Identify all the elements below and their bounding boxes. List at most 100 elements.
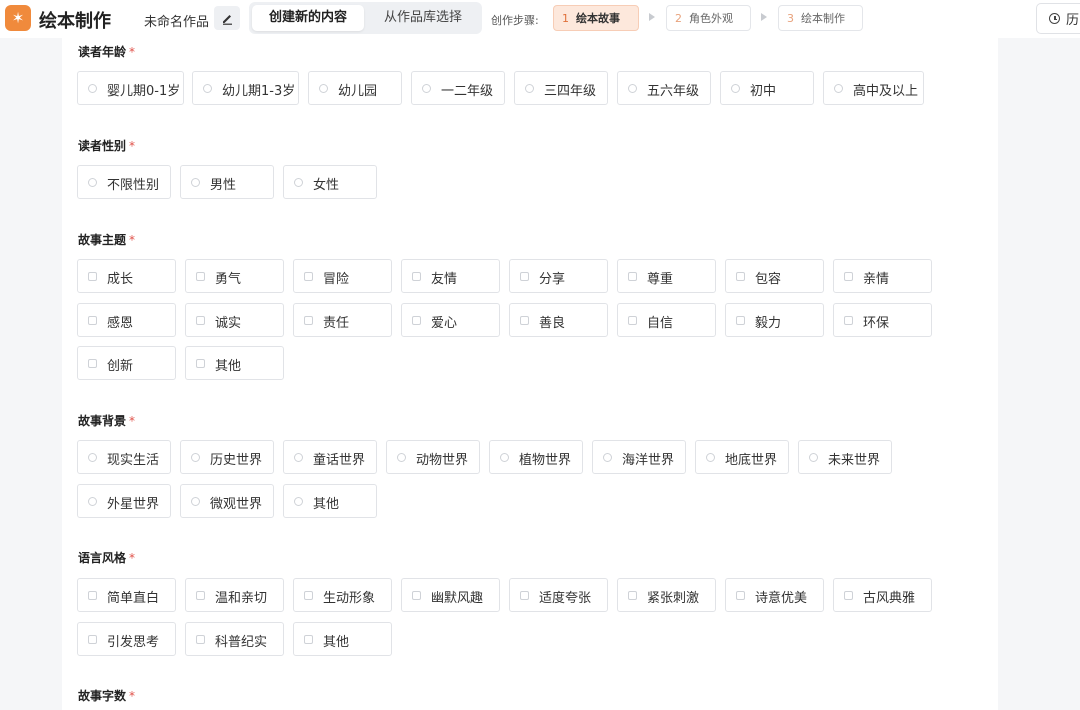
- step-label: 绘本故事: [576, 12, 620, 25]
- checkbox-option[interactable]: 生动形象: [293, 578, 392, 612]
- history-button[interactable]: 历: [1036, 3, 1080, 34]
- radio-option[interactable]: 三四年级: [514, 71, 608, 105]
- checkbox-option[interactable]: 勇气: [185, 259, 284, 293]
- radio-option[interactable]: 外星世界: [77, 484, 171, 518]
- checkbox-option[interactable]: 包容: [725, 259, 824, 293]
- checkbox-icon: [628, 316, 637, 325]
- app-title: 绘本制作: [39, 11, 111, 32]
- radio-option[interactable]: 不限性别: [77, 165, 171, 199]
- step-making[interactable]: 3 绘本制作: [778, 5, 863, 31]
- radio-option[interactable]: 婴儿期0-1岁: [77, 71, 184, 105]
- section-label-story-background: 故事背景 *: [78, 414, 136, 428]
- rename-button[interactable]: [214, 6, 240, 30]
- checkbox-icon: [844, 272, 853, 281]
- radio-icon: [294, 178, 303, 187]
- radio-icon: [834, 84, 843, 93]
- checkbox-icon: [304, 635, 313, 644]
- checkbox-option[interactable]: 自信: [617, 303, 716, 337]
- history-label: 历: [1066, 13, 1080, 28]
- checkbox-icon: [628, 272, 637, 281]
- radio-icon: [809, 453, 818, 462]
- radio-option[interactable]: 其他: [283, 484, 377, 518]
- checkbox-option[interactable]: 创新: [77, 346, 176, 380]
- checkbox-option[interactable]: 成长: [77, 259, 176, 293]
- checkbox-icon: [88, 272, 97, 281]
- checkbox-icon: [520, 591, 529, 600]
- radio-option[interactable]: 植物世界: [489, 440, 583, 474]
- radio-option[interactable]: 女性: [283, 165, 377, 199]
- checkbox-option[interactable]: 友情: [401, 259, 500, 293]
- step-number: 2: [675, 11, 682, 25]
- radio-option[interactable]: 海洋世界: [592, 440, 686, 474]
- radio-option[interactable]: 一二年级: [411, 71, 505, 105]
- checkbox-icon: [88, 635, 97, 644]
- checkbox-icon: [304, 272, 313, 281]
- checkbox-icon: [520, 272, 529, 281]
- checkbox-option[interactable]: 环保: [833, 303, 932, 337]
- checkbox-icon: [844, 316, 853, 325]
- radio-icon: [88, 84, 97, 93]
- checkbox-option[interactable]: 冒险: [293, 259, 392, 293]
- radio-icon: [88, 497, 97, 506]
- section-label-reader-age: 读者年龄 *: [78, 45, 136, 59]
- radio-icon: [603, 453, 612, 462]
- checkbox-icon: [412, 316, 421, 325]
- checkbox-option[interactable]: 诚实: [185, 303, 284, 337]
- radio-option[interactable]: 微观世界: [180, 484, 274, 518]
- step-story[interactable]: 1 绘本故事: [553, 5, 639, 31]
- radio-option[interactable]: 现实生活: [77, 440, 171, 474]
- radio-option[interactable]: 五六年级: [617, 71, 711, 105]
- checkbox-option[interactable]: 感恩: [77, 303, 176, 337]
- radio-option[interactable]: 地底世界: [695, 440, 789, 474]
- radio-icon: [319, 84, 328, 93]
- checkbox-option[interactable]: 诗意优美: [725, 578, 824, 612]
- checkbox-option[interactable]: 紧张刺激: [617, 578, 716, 612]
- section-label-language-style: 语言风格 *: [78, 551, 136, 565]
- checkbox-option[interactable]: 善良: [509, 303, 608, 337]
- checkbox-option[interactable]: 尊重: [617, 259, 716, 293]
- checkbox-option[interactable]: 幽默风趣: [401, 578, 500, 612]
- radio-option[interactable]: 幼儿期1-3岁: [192, 71, 299, 105]
- checkbox-option[interactable]: 毅力: [725, 303, 824, 337]
- pencil-icon: [222, 14, 232, 25]
- radio-icon: [500, 453, 509, 462]
- checkbox-option[interactable]: 其他: [185, 346, 284, 380]
- checkbox-option[interactable]: 适度夸张: [509, 578, 608, 612]
- checkbox-icon: [736, 272, 745, 281]
- radio-icon: [294, 453, 303, 462]
- checkbox-option[interactable]: 温和亲切: [185, 578, 284, 612]
- checkbox-option[interactable]: 亲情: [833, 259, 932, 293]
- radio-option[interactable]: 动物世界: [386, 440, 480, 474]
- radio-icon: [525, 84, 534, 93]
- checkbox-icon: [520, 316, 529, 325]
- radio-option[interactable]: 幼儿园: [308, 71, 402, 105]
- checkbox-option[interactable]: 分享: [509, 259, 608, 293]
- radio-icon: [397, 453, 406, 462]
- step-character[interactable]: 2 角色外观: [666, 5, 751, 31]
- radio-icon: [628, 84, 637, 93]
- step-number: 3: [787, 11, 794, 25]
- radio-option[interactable]: 初中: [720, 71, 814, 105]
- tab-create-new[interactable]: 创建新的内容: [252, 5, 364, 31]
- radio-option[interactable]: 未来世界: [798, 440, 892, 474]
- checkbox-icon: [196, 316, 205, 325]
- radio-option[interactable]: 历史世界: [180, 440, 274, 474]
- checkbox-icon: [628, 591, 637, 600]
- checkbox-option[interactable]: 科普纪实: [185, 622, 284, 656]
- chevron-right-icon: [761, 13, 767, 21]
- checkbox-icon: [736, 591, 745, 600]
- checkbox-option[interactable]: 引发思考: [77, 622, 176, 656]
- radio-option[interactable]: 高中及以上: [823, 71, 924, 105]
- checkbox-icon: [304, 316, 313, 325]
- radio-option[interactable]: 童话世界: [283, 440, 377, 474]
- checkbox-option[interactable]: 其他: [293, 622, 392, 656]
- checkbox-option[interactable]: 古风典雅: [833, 578, 932, 612]
- checkbox-option[interactable]: 爱心: [401, 303, 500, 337]
- checkbox-option[interactable]: 简单直白: [77, 578, 176, 612]
- tab-from-library[interactable]: 从作品库选择: [367, 5, 479, 31]
- checkbox-icon: [304, 591, 313, 600]
- checkbox-option[interactable]: 责任: [293, 303, 392, 337]
- radio-option[interactable]: 男性: [180, 165, 274, 199]
- radio-icon: [191, 178, 200, 187]
- step-number: 1: [562, 11, 569, 25]
